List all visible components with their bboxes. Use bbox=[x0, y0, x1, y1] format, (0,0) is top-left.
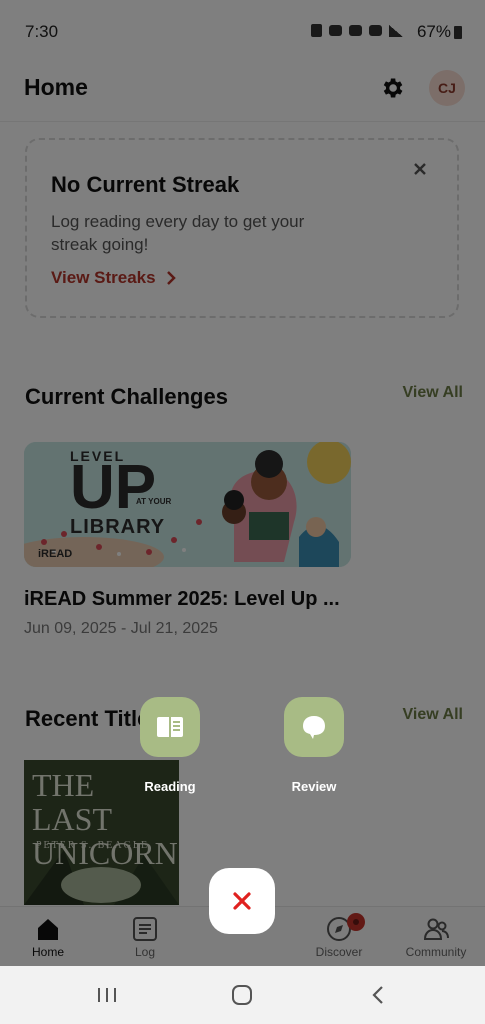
home-button-icon[interactable] bbox=[227, 982, 257, 1008]
back-icon[interactable] bbox=[363, 982, 393, 1008]
app-screen: 7:30 67% Home CJ No Current Streak Log r… bbox=[0, 0, 485, 966]
recent-apps-icon[interactable] bbox=[92, 982, 122, 1008]
close-icon bbox=[233, 892, 251, 910]
modal-scrim[interactable] bbox=[0, 0, 485, 966]
reading-fab-label: Reading bbox=[144, 779, 196, 794]
review-fab-label: Review bbox=[291, 779, 337, 794]
book-open-icon bbox=[157, 717, 183, 737]
close-menu-button[interactable] bbox=[209, 868, 275, 934]
reading-fab[interactable] bbox=[140, 697, 200, 757]
review-fab[interactable] bbox=[284, 697, 344, 757]
system-nav-bar bbox=[0, 966, 485, 1024]
chat-bubble-icon bbox=[303, 716, 325, 739]
